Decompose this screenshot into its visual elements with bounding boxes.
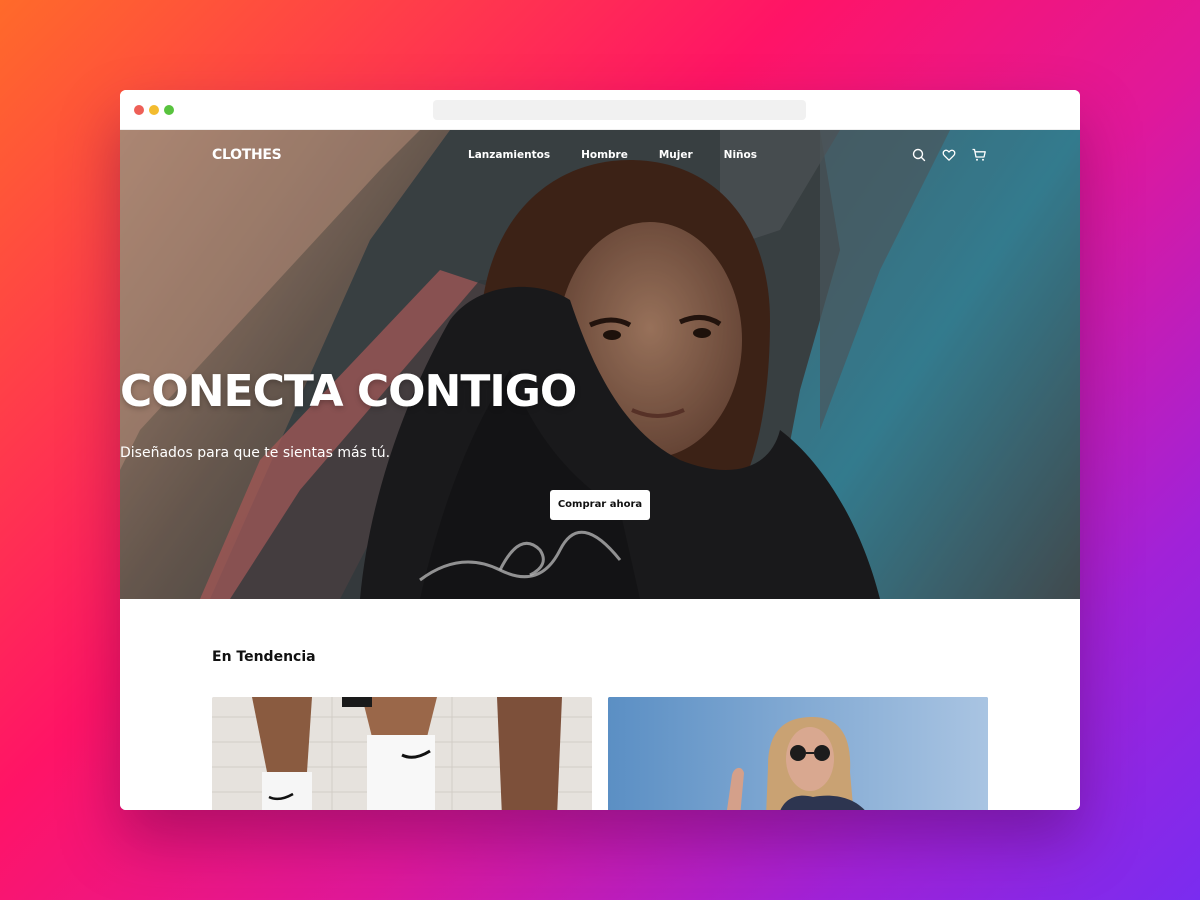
maximize-window-button[interactable] (164, 105, 174, 115)
product-card[interactable] (608, 697, 988, 810)
nav-links: Lanzamientos Hombre Mujer Niños (468, 149, 788, 161)
brand-logo[interactable]: CLOTHES (212, 147, 282, 163)
browser-window: CLOTHES Lanzamientos Hombre Mujer Niños … (120, 90, 1080, 810)
heart-icon[interactable] (941, 147, 957, 163)
nav-icons (911, 147, 1001, 163)
search-icon[interactable] (911, 147, 927, 163)
product-card[interactable] (212, 697, 592, 810)
nav-link-lanzamientos[interactable]: Lanzamientos (468, 149, 550, 161)
nav-link-ninos[interactable]: Niños (724, 149, 757, 161)
shop-now-button[interactable]: Comprar ahora (550, 490, 650, 520)
minimize-window-button[interactable] (149, 105, 159, 115)
product-image-socks (212, 697, 592, 810)
nav-link-mujer[interactable]: Mujer (659, 149, 693, 161)
hero-section: CLOTHES Lanzamientos Hombre Mujer Niños … (120, 130, 1080, 599)
trending-section: En Tendencia (120, 599, 1080, 810)
product-image-sunglasses (608, 697, 988, 810)
hero-subtitle: Diseñados para que te sientas más tú. (120, 445, 391, 461)
section-title: En Tendencia (212, 649, 316, 665)
cart-icon[interactable] (971, 147, 987, 163)
nav-link-hombre[interactable]: Hombre (581, 149, 628, 161)
hero-overlay (120, 130, 1080, 599)
close-window-button[interactable] (134, 105, 144, 115)
top-navigation: CLOTHES Lanzamientos Hombre Mujer Niños (120, 130, 1080, 180)
browser-titlebar (120, 90, 1080, 130)
hero-title: CONECTA CONTIGO (120, 366, 577, 417)
address-bar[interactable] (433, 100, 806, 120)
